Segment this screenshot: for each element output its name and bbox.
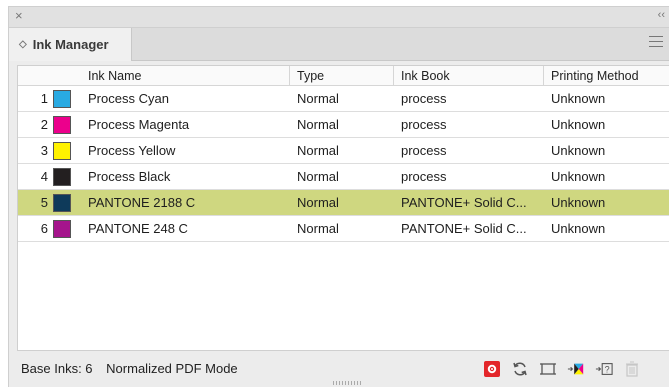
ink-printing-method[interactable]: Unknown [551,112,669,137]
ink-swatch [53,86,83,111]
ink-printing-method[interactable]: Unknown [551,190,669,215]
ink-number: 3 [40,143,48,158]
ink-name: Process Black [88,169,171,184]
tab-arrows-icon: ◇ [19,39,27,50]
ink-number: 5 [40,195,48,210]
ink-swatch [53,190,83,215]
ink-number: 4 [40,169,48,184]
ink-manager-panel: × ‹‹ ◇ Ink Manager Ink Name Type Ink Boo… [8,6,669,387]
pdf-mode-label: Normalized PDF Mode [106,361,238,376]
close-icon[interactable]: × [15,8,23,23]
resize-grip[interactable] [333,381,363,385]
ink-swatch [53,138,83,163]
ink-type[interactable]: Normal [297,138,393,163]
ink-printing-method[interactable]: Unknown [551,138,669,163]
ink-type[interactable]: Normal [297,164,393,189]
base-inks-count: Base Inks: 6 [21,361,93,376]
ink-printing-method[interactable]: Unknown [551,216,669,241]
ink-row[interactable]: 3 Process Yellow Normal process Unknown [18,138,669,164]
ink-swatch [53,112,83,137]
ink-type[interactable]: Normal [297,216,393,241]
panel-titlebar: × ‹‹ [9,7,669,28]
ink-name: PANTONE 2188 C [88,195,196,210]
ink-swatch [53,216,83,241]
ink-to-process-icon[interactable] [567,360,585,378]
ink-name: PANTONE 248 C [88,221,188,236]
tab-row: ◇ Ink Manager [9,28,669,61]
ink-name: Process Yellow [88,143,176,158]
list-header: Ink Name Type Ink Book Printing Method [18,66,669,86]
ink-book: process [401,91,447,106]
ink-book: PANTONE+ Solid C... [401,221,527,236]
ink-book: process [401,169,447,184]
ink-number: 1 [40,91,48,106]
ink-book: process [401,143,447,158]
ink-list: Ink Name Type Ink Book Printing Method 1… [17,65,669,351]
ink-type[interactable]: Normal [297,86,393,111]
settings-icon[interactable] [483,360,501,378]
ink-printing-method[interactable]: Unknown [551,86,669,111]
ink-number: 6 [40,221,48,236]
ink-row[interactable]: 2 Process Magenta Normal process Unknown [18,112,669,138]
ink-type[interactable]: Normal [297,112,393,137]
ink-row[interactable]: 1 Process Cyan Normal process Unknown [18,86,669,112]
ink-row[interactable]: 4 Process Black Normal process Unknown [18,164,669,190]
column-header-ink-name[interactable]: Ink Name [88,66,288,85]
ink-name: Process Magenta [88,117,190,132]
ink-row[interactable]: 6 PANTONE 248 C Normal PANTONE+ Solid C... U… [18,216,669,242]
status-text: Base Inks: 6 Normalized PDF Mode [21,361,248,376]
ink-unknown-icon[interactable]: ? [595,360,613,378]
column-header-printing-method[interactable]: Printing Method [551,66,669,85]
ink-row[interactable]: 5 PANTONE 2188 C Normal PANTONE+ Solid C...… [18,190,669,216]
panel-menu-icon[interactable] [649,36,663,48]
refresh-icon[interactable] [511,360,529,378]
ink-number: 2 [40,117,48,132]
frame-icon[interactable] [539,360,557,378]
ink-printing-method[interactable]: Unknown [551,164,669,189]
tool-buttons: ? [483,360,641,378]
column-header-type[interactable]: Type [297,66,393,85]
tab-label: Ink Manager [32,37,109,52]
svg-text:?: ? [605,365,610,375]
trash-icon [623,360,641,378]
ink-book: process [401,117,447,132]
ink-swatch [53,164,83,189]
ink-book: PANTONE+ Solid C... [401,195,527,210]
ink-name: Process Cyan [88,91,169,106]
tab-ink-manager[interactable]: ◇ Ink Manager [9,28,132,61]
ink-type[interactable]: Normal [297,190,393,215]
column-header-ink-book[interactable]: Ink Book [401,66,541,85]
collapse-icon[interactable]: ‹‹ [658,9,665,21]
